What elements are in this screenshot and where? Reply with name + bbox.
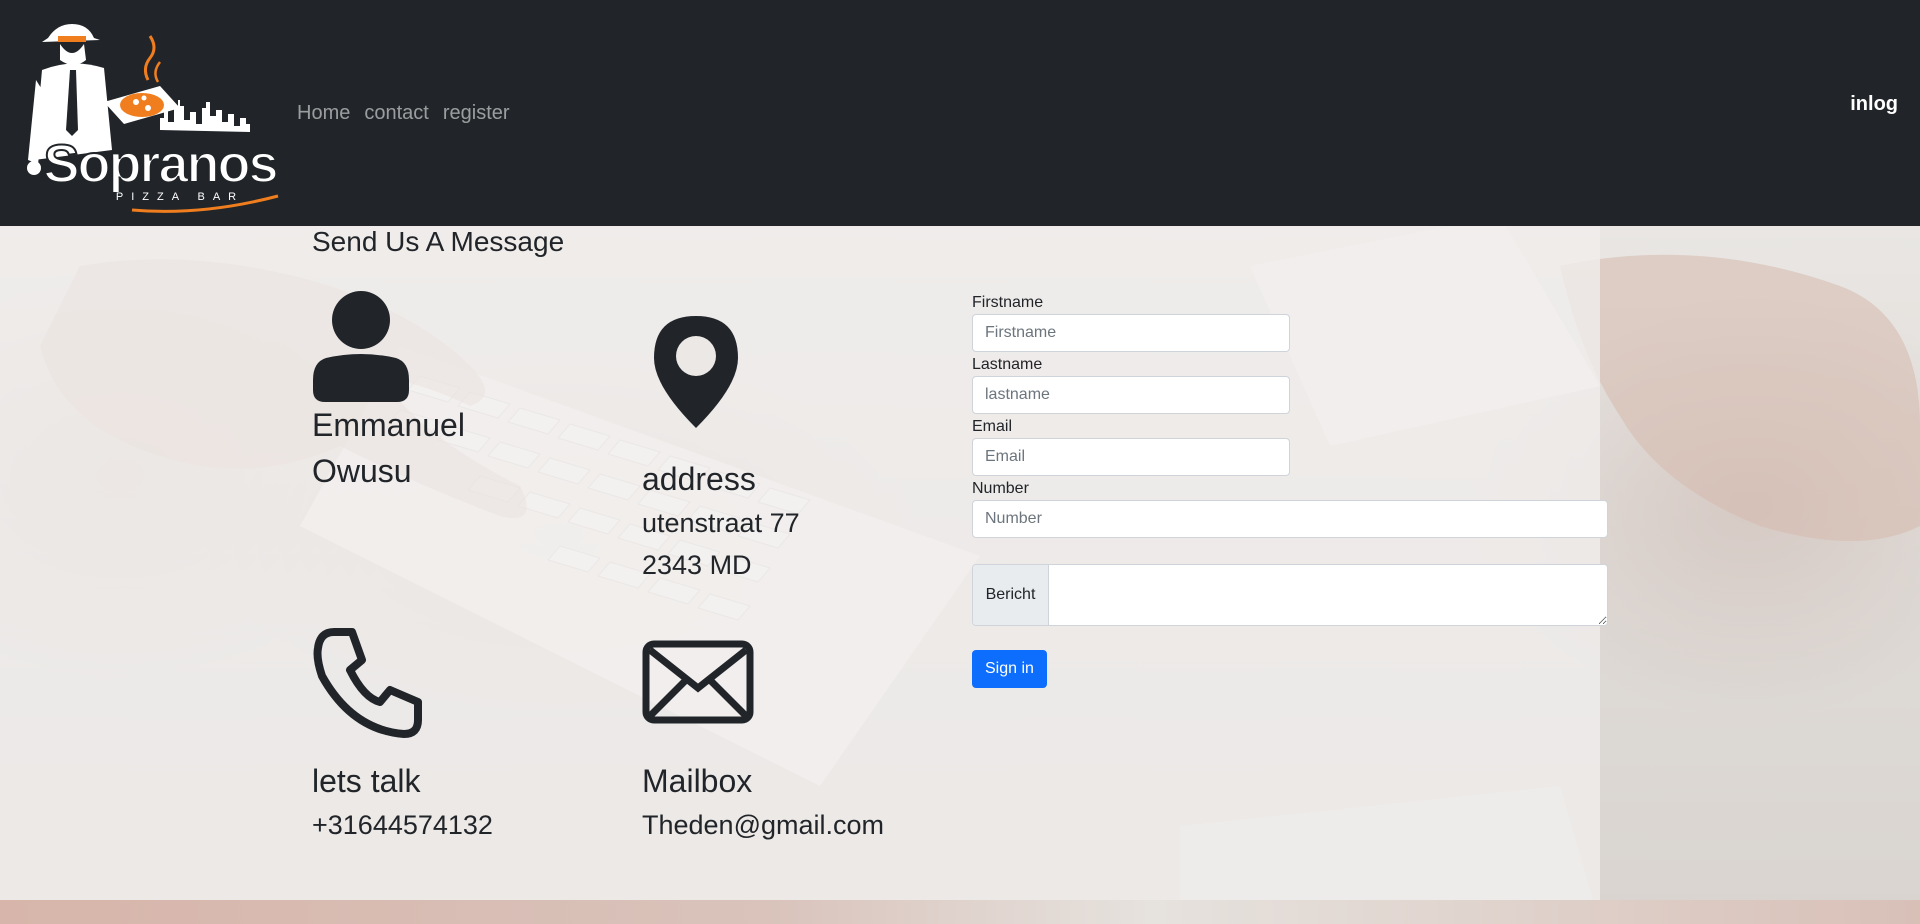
nav-link-contact[interactable]: contact (364, 100, 428, 127)
number-label: Number (972, 480, 1029, 497)
navbar: Sopranos PIZZA BAR Home contact register… (0, 0, 1920, 226)
number-input[interactable] (972, 500, 1608, 538)
phone-icon (313, 628, 422, 738)
firstname-label: Firstname (972, 294, 1044, 311)
envelope-icon (642, 640, 754, 724)
email-label: Email (972, 418, 1013, 435)
nav-link-home[interactable]: Home (297, 100, 350, 127)
page-title: Send Us A Message (312, 226, 565, 257)
firstname-input[interactable] (972, 314, 1290, 352)
contact-last-name: Owusu (312, 453, 412, 489)
address-street: utenstraat 77 (642, 508, 800, 538)
contact-person: Emmanuel Owusu (312, 290, 465, 494)
footer-strip (0, 900, 1920, 924)
message-textarea[interactable] (1049, 565, 1607, 625)
brand-logo[interactable]: Sopranos PIZZA BAR (12, 10, 282, 215)
lastname-label: Lastname (972, 356, 1043, 373)
message-form: Firstname Lastname Email Number Bericht … (972, 292, 1608, 688)
mail-title: Mailbox (642, 763, 753, 799)
contact-mail: Mailbox Theden@gmail.com (642, 640, 884, 846)
message-input-group: Bericht (972, 564, 1608, 626)
address-title: address (642, 461, 756, 497)
contact-phone: lets talk +31644574132 (312, 626, 493, 846)
sopranos-logo-icon: Sopranos PIZZA BAR (27, 24, 280, 213)
address-postcode: 2343 MD (642, 550, 752, 580)
mail-address: Theden@gmail.com (642, 810, 885, 840)
sign-in-button[interactable]: Sign in (972, 650, 1047, 688)
contact-first-name: Emmanuel (312, 407, 465, 443)
person-icon (313, 291, 409, 402)
email-input[interactable] (972, 438, 1290, 476)
contact-address: address utenstraat 77 2343 MD (642, 316, 800, 586)
svg-text:Sopranos: Sopranos (43, 134, 276, 194)
login-link[interactable]: inlog (1850, 93, 1898, 116)
phone-number: +31644574132 (312, 810, 493, 840)
message-addon-label: Bericht (973, 565, 1049, 625)
map-pin-icon (654, 316, 738, 428)
svg-text:PIZZA BAR: PIZZA BAR (116, 191, 244, 203)
nav-links: Home contact register (297, 100, 510, 127)
phone-title: lets talk (312, 763, 421, 799)
nav-link-register[interactable]: register (443, 100, 510, 127)
lastname-input[interactable] (972, 376, 1290, 414)
